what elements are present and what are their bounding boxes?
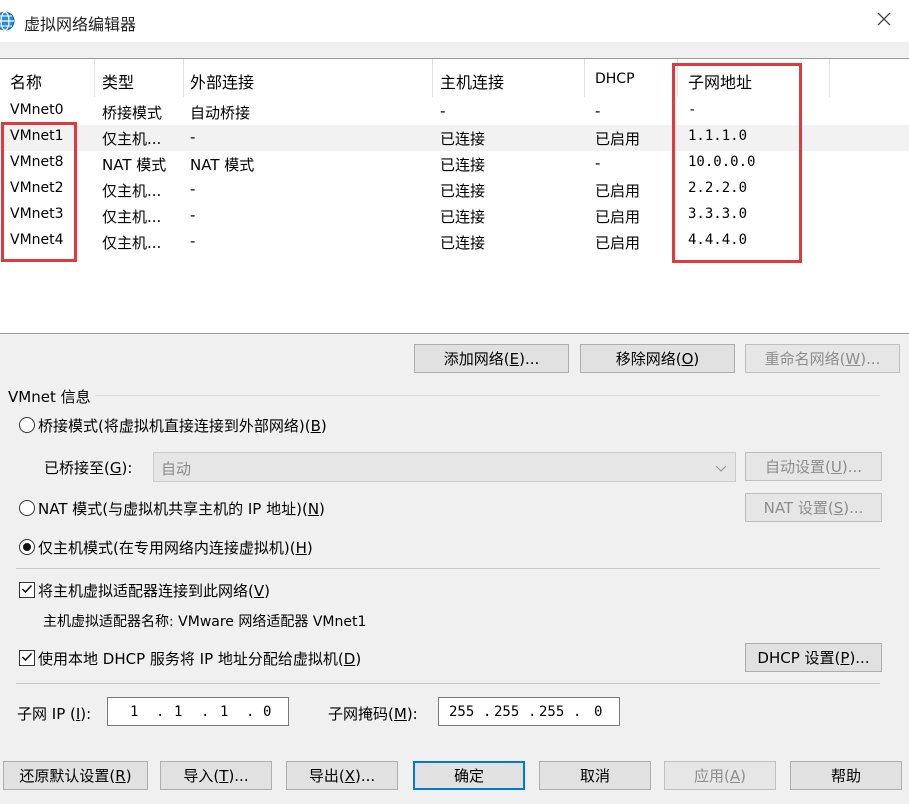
bridged-mode-radio[interactable] xyxy=(19,417,35,433)
section-divider xyxy=(16,683,880,684)
host-only-mode-label: 仅主机模式(在专用网络内连接虚拟机)(H) xyxy=(38,539,313,557)
nat-mode-label: NAT 模式(与虚拟机共享主机的 IP 地址)(N) xyxy=(38,500,325,518)
subnet-ip-input[interactable]: 1 . 1 . 1 . 0 xyxy=(107,697,289,726)
network-list[interactable]: 名称 类型 外部连接 主机连接 DHCP 子网地址 VMnet0 桥接模式 自动… xyxy=(0,58,909,334)
connect-adapter-label: 将主机虚拟适配器连接到此网络(V) xyxy=(38,582,270,600)
bridged-to-label: 已桥接至(G): xyxy=(44,459,133,477)
window-title: 虚拟网络编辑器 xyxy=(24,15,137,34)
add-network-button[interactable]: 添加网络(E)... xyxy=(414,344,569,373)
column-header-type[interactable]: 类型 xyxy=(102,69,134,93)
adapter-name-text: 主机虚拟适配器名称: VMware 网络适配器 VMnet1 xyxy=(43,614,367,630)
ok-button[interactable]: 确定 xyxy=(413,761,525,790)
subnet-mask-label: 子网掩码(M): xyxy=(328,705,418,723)
subnet-mask-input[interactable]: 255 . 255 . 255 . 0 xyxy=(438,697,620,726)
vmnet-info-group-title: VMnet 信息 xyxy=(6,386,95,407)
use-dhcp-label: 使用本地 DHCP 服务将 IP 地址分配给虚拟机(D) xyxy=(38,650,362,668)
restore-defaults-button[interactable]: 还原默认设置(R) xyxy=(3,761,148,790)
column-header-name[interactable]: 名称 xyxy=(10,69,42,93)
globe-icon xyxy=(0,10,16,32)
section-divider xyxy=(16,568,880,569)
column-header-external[interactable]: 外部连接 xyxy=(190,69,254,93)
subnet-highlight-box xyxy=(672,63,802,263)
remove-network-button[interactable]: 移除网络(O) xyxy=(580,344,735,373)
help-button[interactable]: 帮助 xyxy=(790,761,902,790)
auto-settings-button[interactable]: 自动设置(U)... xyxy=(745,452,882,481)
close-icon xyxy=(877,12,891,30)
use-dhcp-checkbox[interactable] xyxy=(19,650,35,666)
name-highlight-box xyxy=(1,122,77,262)
cancel-button[interactable]: 取消 xyxy=(539,761,651,790)
nat-settings-button[interactable]: NAT 设置(S)... xyxy=(745,493,882,522)
import-button[interactable]: 导入(T)... xyxy=(160,761,272,790)
apply-button[interactable]: 应用(A) xyxy=(664,761,776,790)
chevron-down-icon xyxy=(715,460,727,478)
connect-adapter-checkbox[interactable] xyxy=(19,582,35,598)
title-bar: 虚拟网络编辑器 xyxy=(0,0,909,42)
column-header-host[interactable]: 主机连接 xyxy=(440,69,504,93)
close-button[interactable] xyxy=(866,4,902,38)
rename-network-button[interactable]: 重命名网络(W)... xyxy=(745,344,900,373)
checkmark-icon xyxy=(21,581,33,599)
export-button[interactable]: 导出(X)... xyxy=(286,761,398,790)
subnet-ip-label: 子网 IP (I): xyxy=(17,705,92,723)
bridged-to-select[interactable]: 自动 xyxy=(153,452,736,482)
group-divider xyxy=(6,395,880,396)
radio-selected-dot xyxy=(23,543,31,551)
column-header-dhcp[interactable]: DHCP xyxy=(595,71,635,87)
host-only-mode-radio[interactable] xyxy=(19,539,35,555)
bridged-mode-label: 桥接模式(将虚拟机直接连接到外部网络)(B) xyxy=(38,417,327,435)
dhcp-settings-button[interactable]: DHCP 设置(P)... xyxy=(745,643,882,672)
checkmark-icon xyxy=(21,649,33,667)
nat-mode-radio[interactable] xyxy=(19,500,35,516)
